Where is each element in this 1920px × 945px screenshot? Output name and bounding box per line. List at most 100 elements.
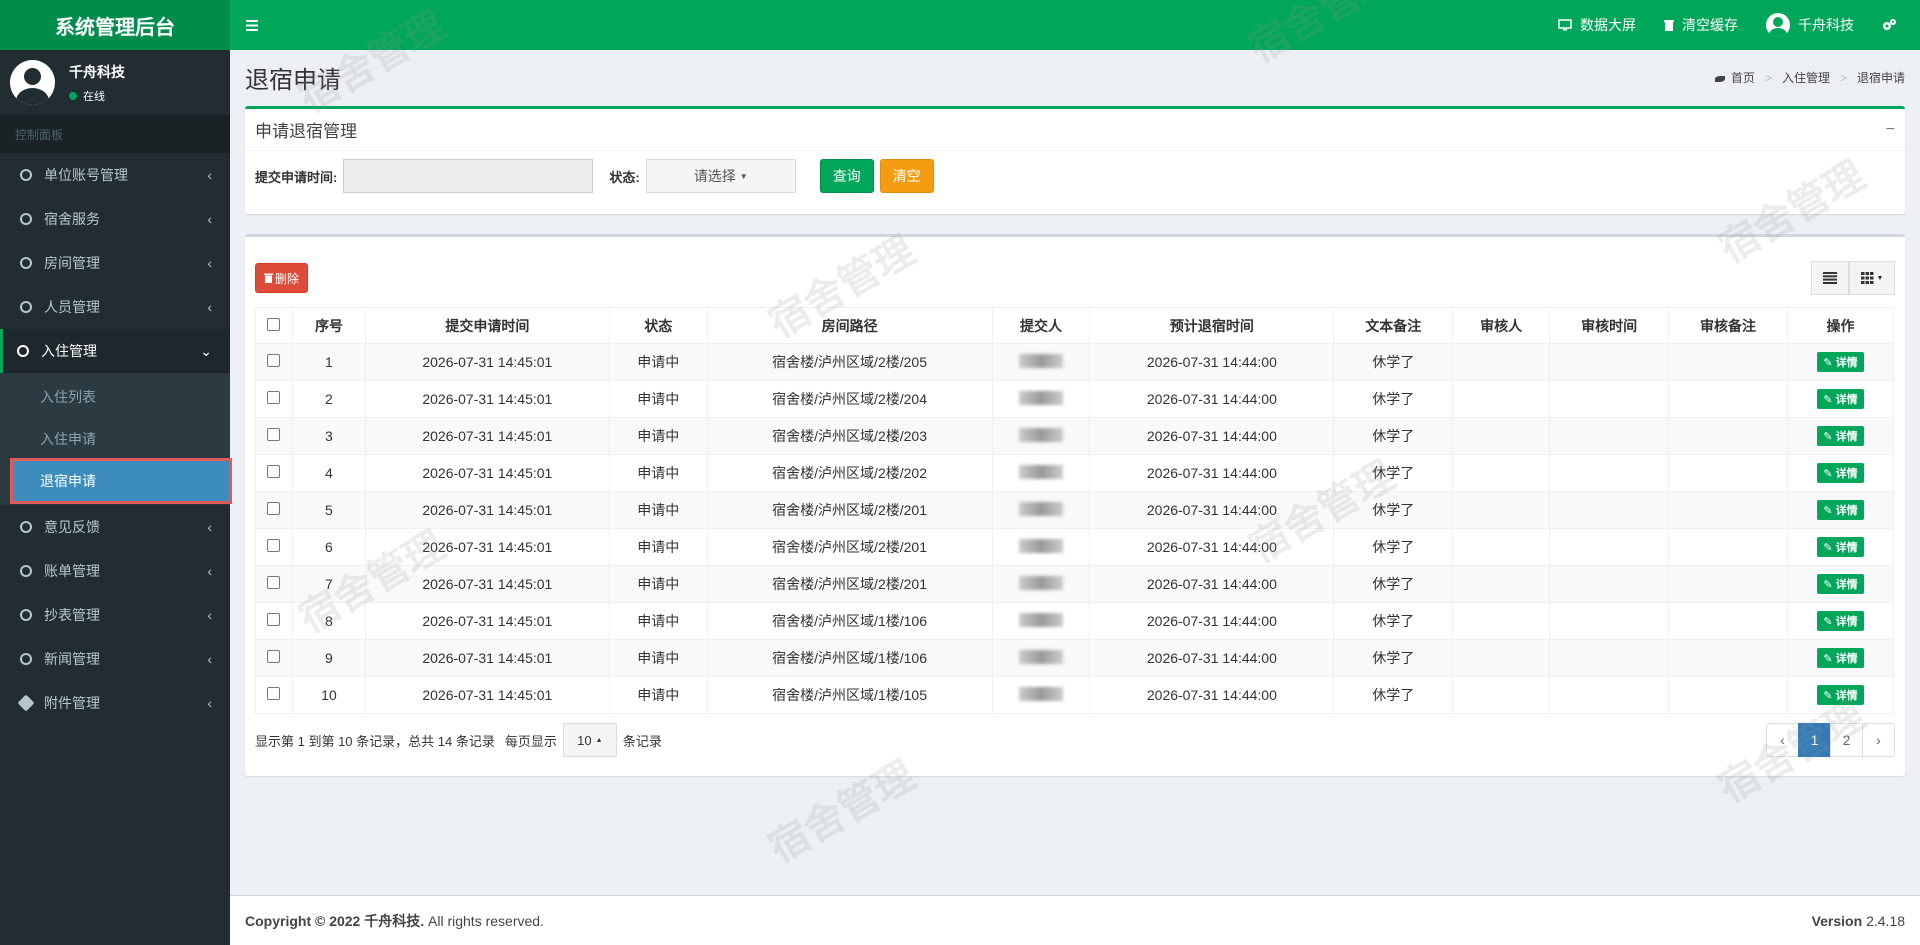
cell-room-path: 宿舍楼/泸州区域/2楼/202 [706,454,993,492]
sidebar-item-unit-accounts[interactable]: 单位账号管理 ‹ [0,153,230,197]
detail-button[interactable]: ✎ 详情 [1817,389,1864,409]
detail-button[interactable]: ✎ 详情 [1817,685,1864,705]
column-header[interactable]: 提交申请时间 [364,307,610,344]
row-checkbox[interactable] [267,576,281,589]
query-button[interactable]: 查询 [819,159,874,193]
sidebar-item-people[interactable]: 人员管理 ‹ [0,285,230,329]
column-header[interactable]: 序号 [291,307,366,344]
prev-page-button[interactable]: ‹ [1766,723,1799,757]
column-header[interactable]: 审核备注 [1668,307,1788,344]
table-row[interactable]: 2 2026-07-31 14:45:01 申请中 宿舍楼/泸州区域/2楼/204 20… [255,380,1895,418]
detail-button[interactable]: ✎ 详情 [1817,611,1864,631]
table-row[interactable]: 3 2026-07-31 14:45:01 申请中 宿舍楼/泸州区域/2楼/203 20… [255,417,1895,455]
sidebar-item-feedback[interactable]: 意见反馈 ‹ [0,505,230,549]
table-row[interactable]: 5 2026-07-31 14:45:01 申请中 宿舍楼/泸州区域/2楼/201 20… [255,491,1895,529]
detail-button[interactable]: ✎ 详情 [1817,463,1864,483]
table-row[interactable]: 4 2026-07-31 14:45:01 申请中 宿舍楼/泸州区域/2楼/202 20… [255,454,1895,492]
collapse-button[interactable]: − [1886,121,1895,139]
next-page-button[interactable]: › [1862,723,1895,757]
cell-actions: ✎ 详情 [1786,380,1895,418]
table-row[interactable]: 7 2026-07-31 14:45:01 申请中 宿舍楼/泸州区域/2楼/201 20… [255,565,1895,603]
column-header[interactable]: 房间路径 [706,307,993,344]
gears-icon [1883,19,1896,30]
cell-review-note [1668,639,1788,677]
page-size-value: 10 [577,732,592,748]
detail-button[interactable]: ✎ 详情 [1817,352,1864,372]
column-header[interactable]: 文本备注 [1333,307,1454,344]
cell-submitter [991,602,1091,640]
edit-icon: ✎ [1823,690,1836,702]
clear-cache-link[interactable]: 清空缓存 [1650,0,1752,50]
sidebar-item-bills[interactable]: 账单管理 ‹ [0,549,230,593]
cell-room-path: 宿舍楼/泸州区域/1楼/106 [706,639,993,677]
table-row[interactable]: 9 2026-07-31 14:45:01 申请中 宿舍楼/泸州区域/1楼/106 20… [255,639,1895,677]
detail-button[interactable]: ✎ 详情 [1817,648,1864,668]
column-header[interactable]: 提交人 [991,307,1091,344]
sidebar-item-dorm-service[interactable]: 宿舍服务 ‹ [0,197,230,241]
row-checkbox[interactable] [267,502,281,515]
cell-room-path: 宿舍楼/泸州区域/2楼/201 [706,565,993,603]
chevron-left-icon: ‹ [207,167,212,183]
sidebar-toggle-button[interactable] [230,0,274,50]
breadcrumb-home[interactable]: 首页 [1714,69,1755,86]
apply-time-input[interactable] [343,159,594,193]
column-header[interactable]: 审核时间 [1549,307,1670,344]
column-header[interactable]: 预计退宿时间 [1089,307,1335,344]
detail-button[interactable]: ✎ 详情 [1817,574,1864,594]
detail-button[interactable]: ✎ 详情 [1817,426,1864,446]
table-row[interactable]: 10 2026-07-31 14:45:01 申请中 宿舍楼/泸州区域/1楼/105 2… [255,676,1895,714]
table-row[interactable]: 8 2026-07-31 14:45:01 申请中 宿舍楼/泸州区域/1楼/106 20… [255,602,1895,640]
submenu-item-checkin-list[interactable]: 入住列表 [0,376,230,418]
tags-icon [17,694,35,712]
row-checkbox[interactable] [267,428,281,441]
detail-button-label: 详情 [1835,468,1858,480]
submenu-item-checkin-apply[interactable]: 入住申请 [0,418,230,460]
cell-reviewer [1452,491,1551,529]
user-menu[interactable]: 千舟科技 [1752,0,1868,50]
table-row[interactable]: 6 2026-07-31 14:45:01 申请中 宿舍楼/泸州区域/2楼/201 20… [255,528,1895,566]
cell-reviewer [1452,676,1551,714]
row-checkbox[interactable] [267,465,281,478]
app-logo[interactable]: 系统管理后台 [0,0,230,50]
sidebar-item-meter[interactable]: 抄表管理 ‹ [0,593,230,637]
page-button[interactable]: 2 [1830,723,1863,757]
breadcrumb-home-label: 首页 [1730,71,1755,85]
settings-button[interactable] [1868,0,1910,50]
sidebar-item-news[interactable]: 新闻管理 ‹ [0,637,230,681]
status-select[interactable]: 请选择 ▼ [645,159,796,193]
copyright-company[interactable]: 千舟科技. [364,913,424,929]
delete-button[interactable]: 删除 [255,263,309,293]
dashboard-link[interactable]: 数据大屏 [1544,0,1650,50]
row-checkbox[interactable] [267,650,281,663]
row-checkbox[interactable] [267,613,281,626]
page-size-select[interactable]: 10 ▲ [562,723,617,757]
row-checkbox[interactable] [267,687,281,700]
row-select-cell [255,491,293,529]
list-view-button[interactable] [1811,261,1849,295]
sidebar-item-checkin[interactable]: 入住管理 ⌄ [0,329,230,373]
cell-expected-leave-time: 2026-07-31 14:44:00 [1089,528,1335,566]
detail-button[interactable]: ✎ 详情 [1817,500,1864,520]
table-row[interactable]: 1 2026-07-31 14:45:01 申请中 宿舍楼/泸州区域/2楼/205 20… [255,343,1895,381]
detail-button[interactable]: ✎ 详情 [1817,537,1864,557]
edit-icon: ✎ [1823,616,1836,628]
row-select-cell [255,639,293,677]
breadcrumb-checkin[interactable]: 入住管理 [1782,69,1830,86]
page-button[interactable]: 1 [1798,723,1831,757]
sidebar-item-rooms[interactable]: 房间管理 ‹ [0,241,230,285]
columns-toggle-button[interactable]: ▼ [1849,261,1895,295]
cell-review-note [1668,528,1788,566]
row-checkbox[interactable] [267,391,281,404]
cell-submitter [991,454,1091,492]
column-header[interactable]: 状态 [608,307,708,344]
select-all-checkbox[interactable] [267,317,281,331]
cell-expected-leave-time: 2026-07-31 14:44:00 [1089,454,1335,492]
clear-button[interactable]: 清空 [879,159,934,193]
sidebar-item-attachments[interactable]: 附件管理 ‹ [0,681,230,725]
row-checkbox[interactable] [267,539,281,552]
submenu-item-checkout-apply[interactable]: 退宿申请 [10,458,232,504]
row-checkbox[interactable] [267,354,281,367]
detail-button-label: 详情 [1835,394,1858,406]
clear-cache-label: 清空缓存 [1682,17,1738,33]
column-header[interactable]: 审核人 [1452,307,1551,344]
